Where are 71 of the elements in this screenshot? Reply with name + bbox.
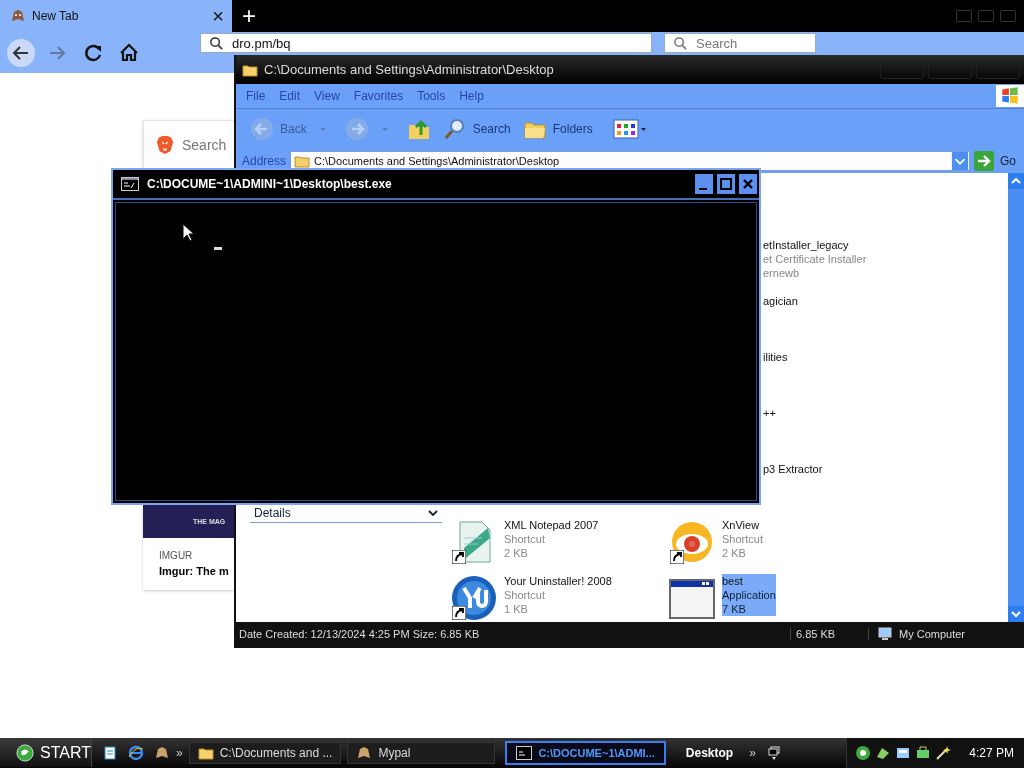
shortcut-entry[interactable]: XnView Shortcut 2 KB: [668, 518, 763, 566]
disc-logo-icon: [450, 574, 498, 622]
window-title: C:\Documents and Settings\Administrator\Desktop: [264, 62, 554, 77]
tray-icon[interactable]: [895, 745, 912, 761]
more-button[interactable]: »: [749, 746, 756, 760]
new-tab-button[interactable]: +: [232, 2, 266, 30]
restore-icon[interactable]: [765, 745, 782, 761]
close-button[interactable]: [739, 174, 757, 194]
animal-icon[interactable]: [154, 745, 170, 761]
back-button[interactable]: [6, 37, 36, 68]
address-field[interactable]: dro.pm/bq: [200, 33, 652, 53]
tray-icon[interactable]: [855, 745, 872, 761]
program-entry[interactable]: best Application 7 KB: [668, 574, 776, 622]
file-label-fragment: ilities: [763, 350, 788, 364]
mouse-pointer-icon: [182, 223, 194, 243]
dropdown-button[interactable]: [951, 152, 970, 170]
go-button[interactable]: Go: [974, 151, 1017, 171]
file-label-fragment: p3 Extractor: [763, 462, 823, 476]
close-tab-button[interactable]: ×: [208, 4, 228, 28]
text-cursor: [214, 247, 222, 250]
more-button[interactable]: »: [176, 746, 183, 760]
tray-icon[interactable]: [915, 745, 932, 761]
status-size: 6.85 KB: [791, 628, 869, 640]
status-zone: My Computer: [899, 628, 966, 640]
search-icon: [673, 35, 688, 51]
maximize-button[interactable]: [717, 174, 735, 194]
views-icon: [612, 118, 647, 140]
scrollbar[interactable]: [1008, 173, 1024, 622]
orb-icon: [16, 743, 35, 763]
folder-up-icon: [406, 117, 431, 141]
story-title: Imgur: The m: [158, 564, 230, 577]
address-label: Address: [242, 154, 287, 168]
shortcut-entry[interactable]: Your Uninstaller! 2008 Shortcut 1 KB: [450, 574, 612, 622]
taskbar-button[interactable]: C:\DOCUME~1\ADMI...: [507, 743, 664, 763]
file-label-fragment: ++: [763, 406, 776, 420]
animal-icon: [356, 745, 373, 761]
taskbar-button[interactable]: Mypal: [347, 742, 496, 764]
story-source: IMGUR: [158, 549, 194, 561]
windows-logo-icon: [996, 85, 1024, 107]
window-title: C:\DOCUME~1\ADMINI~1\Desktop\best.exe: [147, 177, 392, 191]
search-button[interactable]: Search: [438, 117, 515, 141]
chevron-down-icon: [428, 509, 438, 517]
scroll-up-icon[interactable]: [1008, 173, 1024, 189]
wand-icon[interactable]: [935, 745, 952, 761]
status-text: Date Created: 12/13/2024 4:25 PM Size: 6.85 KB: [239, 628, 791, 640]
tray-icon[interactable]: [875, 745, 892, 761]
computer-icon: [877, 626, 893, 642]
taskbar-button[interactable]: C:\Documents and ...: [188, 742, 342, 764]
console-icon: [121, 177, 139, 191]
desktop-toolbar-label[interactable]: Desktop: [685, 746, 734, 760]
clock: 4:27 PM: [969, 746, 1014, 760]
search-icon: [442, 117, 467, 141]
browser-tab[interactable]: New Tab ×: [0, 0, 232, 33]
scroll-down-icon[interactable]: [1008, 606, 1024, 622]
search-field[interactable]: Search: [664, 33, 816, 53]
animal-icon: [10, 8, 26, 24]
file-label-fragment: et Certificate Installer: [763, 252, 867, 266]
document-icon[interactable]: [102, 745, 118, 761]
start-button[interactable]: START: [0, 739, 92, 767]
address-field[interactable]: C:\Documents and Settings\Administrator\Desktop: [290, 151, 971, 171]
file-label-fragment: agician: [763, 294, 798, 308]
file-label-fragment: ernewb: [763, 266, 800, 280]
browser-e-icon[interactable]: [128, 745, 144, 761]
folder-icon: [197, 745, 214, 761]
file-label-fragment: etInstaller_legacy: [763, 238, 849, 252]
console-icon: [516, 745, 533, 761]
shortcut-entry[interactable]: XML Notepad 2007 Shortcut 2 KB: [450, 518, 599, 566]
folders-button[interactable]: Folders: [518, 117, 597, 141]
lion-icon: [156, 135, 174, 155]
search-icon: [209, 35, 224, 51]
minimize-button[interactable]: [695, 174, 713, 194]
